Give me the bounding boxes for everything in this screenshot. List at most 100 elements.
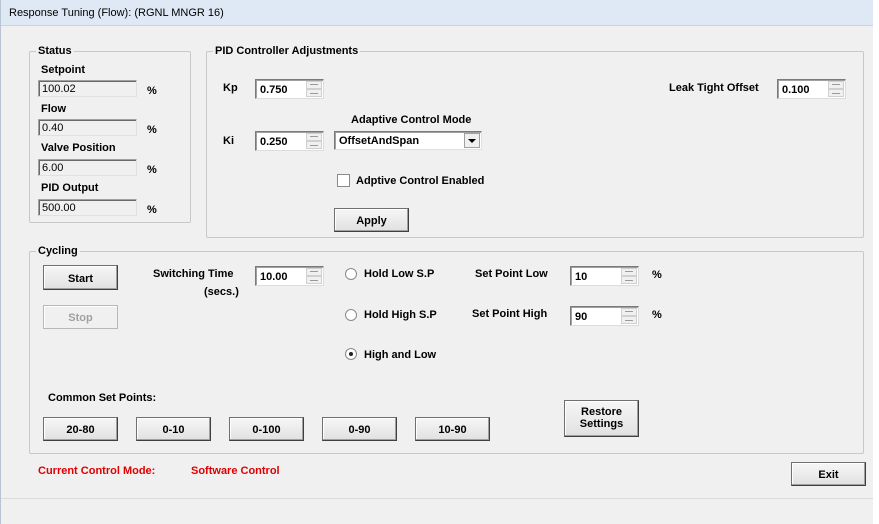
exit-button[interactable]: Exit (791, 462, 866, 486)
setpoint-value: 100.02 (42, 83, 76, 95)
flow-value: 0.40 (42, 122, 64, 134)
leak-tight-offset-label: Leak Tight Offset (669, 82, 759, 94)
hold-high-radio[interactable] (345, 309, 357, 321)
pid-output-unit: % (147, 204, 157, 216)
set-point-high-label: Set Point High (472, 308, 548, 320)
common-set-point-button-0-10[interactable]: 0-10 (136, 417, 211, 441)
ki-label: Ki (223, 135, 234, 147)
set-point-low-label: Set Point Low (475, 268, 548, 280)
apply-button-label: Apply (356, 215, 387, 227)
set-point-low-value: 10 (575, 271, 588, 283)
apply-button[interactable]: Apply (334, 208, 409, 232)
set-point-high-spinner[interactable]: 90 (570, 306, 639, 326)
set-point-low-up-arrow-icon[interactable] (621, 268, 637, 276)
valve-position-unit: % (147, 164, 157, 176)
leak-tight-offset-spinner-arrows (828, 81, 844, 97)
switching-time-value: 10.00 (260, 271, 288, 283)
adaptive-control-enabled-label[interactable]: Adptive Control Enabled (356, 175, 484, 187)
kp-spinner-arrows (306, 81, 322, 97)
set-point-high-spinner-arrows (621, 308, 637, 324)
leak-tight-offset-down-arrow-icon[interactable] (828, 89, 844, 97)
leak-tight-offset-up-arrow-icon[interactable] (828, 81, 844, 89)
switching-time-spinner-arrows (306, 268, 322, 284)
flow-unit: % (147, 124, 157, 136)
switching-time-label: Switching Time (153, 268, 234, 280)
ki-down-arrow-icon[interactable] (306, 141, 322, 149)
set-point-high-down-arrow-icon[interactable] (621, 316, 637, 324)
common-set-point-label: 0-10 (162, 424, 185, 436)
common-set-point-label: 0-90 (348, 424, 371, 436)
common-set-point-button-10-90[interactable]: 10-90 (415, 417, 490, 441)
pid-output-field: 500.00 (38, 199, 137, 216)
leak-tight-offset-spinner[interactable]: 0.100 (777, 79, 846, 99)
adaptive-control-mode-label: Adaptive Control Mode (351, 114, 472, 126)
bottom-status-strip (1, 498, 874, 524)
status-group-title: Status (36, 45, 74, 57)
common-set-point-label: 0-100 (252, 424, 281, 436)
switching-time-spinner[interactable]: 10.00 (255, 266, 324, 286)
high-and-low-radio[interactable] (345, 348, 357, 360)
cycling-group-title: Cycling (36, 245, 80, 257)
switching-time-up-arrow-icon[interactable] (306, 268, 322, 276)
set-point-high-unit: % (652, 309, 662, 321)
set-point-low-spinner-arrows (621, 268, 637, 284)
start-button-label: Start (67, 273, 94, 285)
ki-value: 0.250 (260, 136, 288, 148)
valve-position-label: Valve Position (41, 142, 116, 154)
hold-low-radio[interactable] (345, 268, 357, 280)
hold-high-label[interactable]: Hold High S.P (364, 309, 437, 321)
window-title: Response Tuning (Flow): (RGNL MNGR 16) (9, 7, 224, 19)
switching-time-unit: (secs.) (204, 286, 239, 298)
window-right-edge (873, 0, 879, 524)
adaptive-control-mode-select[interactable]: OffsetAndSpan (334, 131, 482, 150)
ki-spinner-arrows (306, 133, 322, 149)
setpoint-label: Setpoint (41, 64, 85, 76)
restore-settings-label-line2: Settings (579, 418, 624, 430)
kp-value: 0.750 (260, 84, 288, 96)
kp-spinner[interactable]: 0.750 (255, 79, 324, 99)
hold-low-label[interactable]: Hold Low S.P (364, 268, 434, 280)
setpoint-unit: % (147, 85, 157, 97)
pid-output-label: PID Output (41, 182, 99, 194)
stop-button[interactable]: Stop (43, 305, 118, 329)
status-group: Status (29, 45, 191, 223)
current-control-mode-value: Software Control (191, 465, 280, 477)
ki-spinner[interactable]: 0.250 (255, 131, 324, 151)
valve-position-field: 6.00 (38, 159, 137, 176)
title-bar: Response Tuning (Flow): (RGNL MNGR 16) (1, 0, 879, 26)
restore-settings-label-line1: Restore (581, 406, 622, 418)
start-button[interactable]: Start (43, 265, 118, 290)
adaptive-control-mode-value: OffsetAndSpan (339, 135, 420, 147)
pid-group-title: PID Controller Adjustments (213, 45, 361, 57)
set-point-low-down-arrow-icon[interactable] (621, 276, 637, 284)
restore-settings-button[interactable]: Restore Settings (564, 400, 639, 437)
kp-up-arrow-icon[interactable] (306, 81, 322, 89)
common-set-point-button-20-80[interactable]: 20-80 (43, 417, 118, 441)
common-set-points-label: Common Set Points: (48, 392, 157, 404)
set-point-low-unit: % (652, 269, 662, 281)
adaptive-control-enabled-checkbox[interactable] (337, 174, 350, 187)
current-control-mode-label: Current Control Mode: (38, 465, 156, 477)
high-and-low-label[interactable]: High and Low (364, 349, 436, 361)
setpoint-field: 100.02 (38, 80, 137, 97)
stop-button-label: Stop (68, 312, 93, 324)
pid-output-value: 500.00 (42, 202, 76, 214)
common-set-point-label: 10-90 (438, 424, 467, 436)
ki-up-arrow-icon[interactable] (306, 133, 322, 141)
kp-down-arrow-icon[interactable] (306, 89, 322, 97)
common-set-point-button-0-90[interactable]: 0-90 (322, 417, 397, 441)
response-tuning-window: Response Tuning (Flow): (RGNL MNGR 16) S… (0, 0, 879, 524)
set-point-high-value: 90 (575, 311, 588, 323)
flow-field: 0.40 (38, 119, 137, 136)
chevron-down-icon[interactable] (464, 133, 480, 148)
common-set-point-label: 20-80 (66, 424, 95, 436)
exit-button-label: Exit (818, 469, 839, 481)
leak-tight-offset-value: 0.100 (782, 84, 810, 96)
switching-time-down-arrow-icon[interactable] (306, 276, 322, 284)
kp-label: Kp (223, 82, 238, 94)
set-point-high-up-arrow-icon[interactable] (621, 308, 637, 316)
valve-position-value: 6.00 (42, 162, 64, 174)
common-set-point-button-0-100[interactable]: 0-100 (229, 417, 304, 441)
flow-label: Flow (41, 103, 67, 115)
set-point-low-spinner[interactable]: 10 (570, 266, 639, 286)
